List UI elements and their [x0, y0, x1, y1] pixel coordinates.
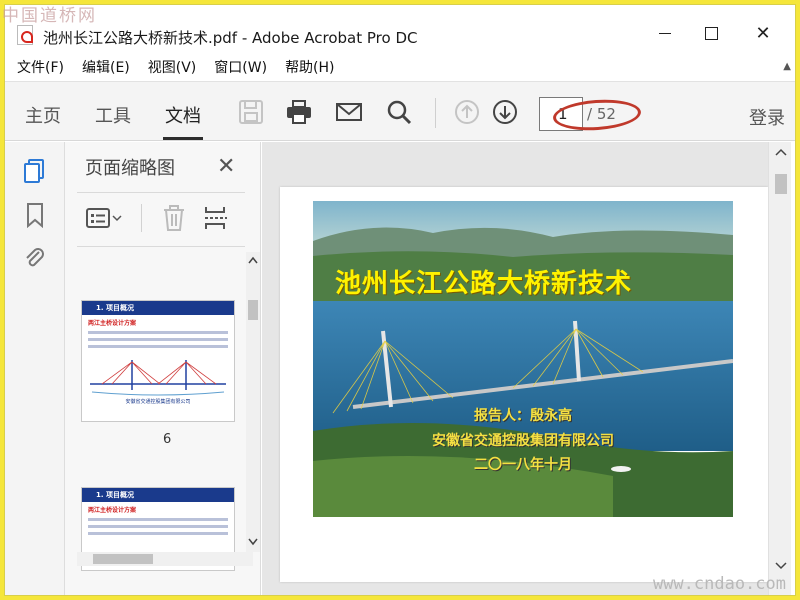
thumbnail-footer: 安徽省交通控股集团有限公司 — [125, 399, 191, 405]
pdf-page: 池州长江公路大桥新技术 报告人：殷永高 安徽省交通控股集团有限公司 二〇一八年十… — [280, 187, 768, 582]
thumbnail-text-line — [88, 532, 228, 535]
thumbnail-bridge-diagram — [90, 360, 226, 396]
login-link[interactable]: 登录 — [749, 104, 785, 130]
thumbnail-options-icon[interactable] — [85, 206, 125, 230]
tab-tools[interactable]: 工具 — [95, 102, 131, 128]
document-view[interactable]: 池州长江公路大桥新技术 报告人：殷永高 安徽省交通控股集团有限公司 二〇一八年十… — [262, 142, 768, 595]
attachment-icon[interactable] — [23, 246, 47, 272]
thumbnail-header: 1. 项目概况 — [82, 488, 234, 502]
pdf-file-icon — [17, 25, 33, 45]
thumbnail-text-line — [88, 345, 228, 348]
thumbnail-scroll-thumb[interactable] — [248, 300, 258, 320]
menu-window[interactable]: 窗口(W) — [214, 57, 267, 81]
thumbnail-subtitle: 两江主桥设计方案 — [88, 507, 137, 514]
navigation-rail — [5, 142, 65, 595]
page-up-icon[interactable] — [453, 98, 481, 126]
thumbnail-page-label: 6 — [163, 432, 172, 447]
window-title: 池州长江公路大桥新技术.pdf - Adobe Acrobat Pro DC — [43, 29, 418, 47]
panel-divider — [77, 192, 245, 193]
menu-view[interactable]: 视图(V) — [148, 57, 197, 81]
tab-home[interactable]: 主页 — [25, 102, 61, 128]
thumbnail-text-line — [88, 525, 228, 528]
page-down-icon[interactable] — [491, 98, 519, 126]
slide-organization: 安徽省交通控股集团有限公司 — [432, 433, 614, 449]
extract-pages-icon[interactable] — [203, 204, 229, 232]
close-button[interactable]: ✕ — [743, 19, 783, 47]
panel-title: 页面缩略图 — [85, 158, 175, 179]
bookmark-icon[interactable] — [23, 202, 47, 228]
scroll-down-arrow-icon[interactable] — [248, 538, 258, 546]
panel-tools — [85, 204, 255, 234]
panel-close-icon[interactable]: ✕ — [217, 154, 235, 179]
save-icon[interactable] — [237, 98, 265, 126]
tab-document[interactable]: 文档 — [165, 102, 201, 128]
thumbnail-text-line — [88, 518, 228, 521]
scroll-up-arrow-icon[interactable] — [775, 148, 787, 156]
print-icon[interactable] — [285, 98, 313, 126]
menu-help[interactable]: 帮助(H) — [285, 57, 334, 81]
menu-file[interactable]: 文件(F) — [17, 57, 64, 81]
menu-edit[interactable]: 编辑(E) — [82, 57, 130, 81]
thumbnail-horizontal-scrollbar[interactable] — [77, 552, 253, 566]
page-thumbnails-panel: 页面缩略图 ✕ 1. 项目概况 两江主桥设计方案 安徽省交通控股集团有限公司 6… — [65, 142, 261, 595]
tool-separator — [141, 204, 142, 232]
thumbnail-scrollbar[interactable] — [246, 252, 260, 552]
watermark-top-left: 中国道桥网 — [2, 6, 97, 26]
thumbnail-header: 1. 项目概况 — [82, 301, 234, 315]
acrobat-window: 池州长江公路大桥新技术.pdf - Adobe Acrobat Pro DC ✕… — [4, 4, 796, 596]
menu-collapse-icon[interactable]: ▲ — [783, 61, 791, 72]
slide-date: 二〇一八年十月 — [474, 457, 572, 473]
page-thumbnails-icon[interactable] — [23, 158, 47, 184]
thumbnail-text-line — [88, 338, 228, 341]
title-bar: 池州长江公路大桥新技术.pdf - Adobe Acrobat Pro DC ✕ — [5, 5, 795, 57]
slide-title: 池州长江公路大桥新技术 — [335, 269, 633, 299]
document-scroll-thumb[interactable] — [775, 174, 787, 194]
cover-slide: 池州长江公路大桥新技术 报告人：殷永高 安徽省交通控股集团有限公司 二〇一八年十… — [313, 201, 733, 517]
scroll-up-arrow-icon[interactable] — [248, 256, 258, 264]
watermark-bottom-right: www.cndao.com — [652, 574, 786, 594]
menu-bar: 文件(F) 编辑(E) 视图(V) 窗口(W) 帮助(H) ▲ — [5, 57, 795, 81]
thumbnail-subtitle: 两江主桥设计方案 — [88, 320, 137, 327]
document-scrollbar[interactable] — [768, 142, 791, 595]
scroll-down-arrow-icon[interactable] — [775, 562, 787, 570]
slide-reporter: 报告人：殷永高 — [474, 408, 572, 424]
maximize-button[interactable] — [691, 19, 731, 47]
thumbnail-text-line — [88, 331, 228, 334]
main-toolbar: 主页 工具 文档 1 / 52 登录 — [5, 81, 795, 141]
page-thumbnail[interactable]: 1. 项目概况 两江主桥设计方案 安徽省交通控股集团有限公司 — [81, 300, 235, 422]
horizontal-scroll-thumb[interactable] — [93, 554, 153, 564]
panel-divider — [77, 246, 245, 247]
search-icon[interactable] — [385, 98, 413, 126]
active-tab-indicator — [163, 137, 203, 140]
email-icon[interactable] — [335, 98, 363, 126]
toolbar-separator — [435, 98, 436, 128]
delete-icon[interactable] — [161, 204, 187, 232]
minimize-button[interactable] — [645, 19, 685, 47]
